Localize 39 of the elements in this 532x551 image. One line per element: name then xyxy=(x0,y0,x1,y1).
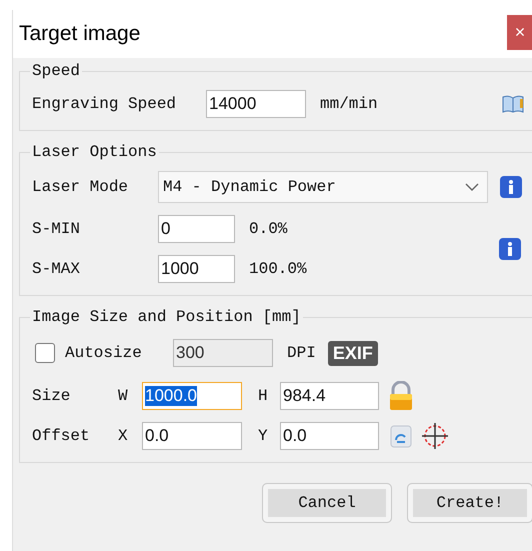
checkbox-label: Autosize xyxy=(65,344,143,362)
crosshair-icon[interactable] xyxy=(421,422,449,450)
field-label: Engraving Speed xyxy=(32,95,178,113)
axis-label: X xyxy=(118,427,129,445)
lock-icon[interactable] xyxy=(388,381,414,411)
cancel-button[interactable]: Cancel xyxy=(262,483,392,523)
caret-icon xyxy=(465,183,479,191)
info-icon[interactable] xyxy=(499,238,521,260)
value-field[interactable]: 0 xyxy=(158,215,235,243)
book-icon[interactable] xyxy=(502,94,524,114)
create-button[interactable]: Create! xyxy=(407,483,532,523)
value-field[interactable]: 1000 xyxy=(158,255,235,283)
height-field[interactable]: 984.4 xyxy=(280,382,379,410)
exif-badge[interactable]: EXIF xyxy=(328,340,378,366)
dpi-field[interactable]: 300 xyxy=(173,339,273,367)
info-icon[interactable] xyxy=(500,176,522,198)
window-title: Target image xyxy=(19,22,140,46)
width-field[interactable]: 1000.0 xyxy=(142,382,242,410)
autosize-checkbox[interactable] xyxy=(35,343,55,363)
field-label: S-MIN xyxy=(32,220,82,238)
axis-label: H xyxy=(258,387,269,405)
offset-y-field[interactable]: 0.0 xyxy=(280,422,379,450)
group-title: Image Size and Position [mm] xyxy=(31,308,302,326)
speed-field[interactable]: 14000 xyxy=(206,90,306,118)
percent-label: 0.0% xyxy=(249,220,288,238)
percent-label: 100.0% xyxy=(249,260,307,278)
axis-label: Y xyxy=(258,427,269,445)
laser-mode-dropdown[interactable]: M4 - Dynamic Power xyxy=(158,171,488,203)
unit-label: mm/min xyxy=(320,95,379,113)
unit-label: DPI xyxy=(287,344,316,362)
group-title: Laser Options xyxy=(31,143,158,161)
field-label: Offset xyxy=(32,427,91,445)
field-label: Size xyxy=(32,387,72,405)
group-title: Speed xyxy=(31,62,82,80)
close-button[interactable]: × xyxy=(507,15,532,50)
offset-x-field[interactable]: 0.0 xyxy=(142,422,242,450)
field-label: S-MAX xyxy=(32,260,82,278)
field-label: Laser Mode xyxy=(32,178,130,196)
axis-label: W xyxy=(118,387,129,405)
